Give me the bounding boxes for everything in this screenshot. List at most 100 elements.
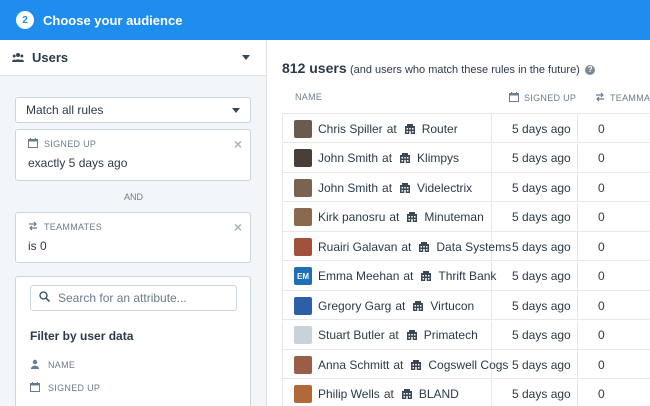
table-row[interactable]: Kirk panosru at Minuteman 5 days ago 0 xyxy=(282,202,650,232)
avatar xyxy=(294,296,312,315)
help-icon[interactable]: ? xyxy=(585,65,596,75)
teammates-value: 0 xyxy=(598,298,605,313)
name-cell: Stuart Butler at Primatech xyxy=(282,320,492,350)
table-row[interactable]: Philip Wells at BLAND 5 days ago 0 xyxy=(282,379,650,406)
filter-item-label: SIGNED UP xyxy=(48,383,101,393)
name-cell: Philip Wells at BLAND xyxy=(282,379,492,406)
signed-up-cell: 5 days ago xyxy=(492,320,578,350)
user-name[interactable]: Ruairi Galavan xyxy=(318,240,397,254)
signed-up-cell: 5 days ago xyxy=(492,143,578,173)
user-name[interactable]: Anna Schmitt xyxy=(318,358,389,372)
step-number-badge: 2 xyxy=(16,11,34,29)
swap-arrows-icon xyxy=(28,221,38,233)
signed-up-value: 5 days ago xyxy=(512,298,571,313)
column-header-signed-up[interactable]: SIGNED UP xyxy=(509,92,576,104)
company-name[interactable]: BLAND xyxy=(419,387,459,401)
user-name[interactable]: Stuart Butler xyxy=(318,328,385,342)
match-rules-value: Match all rules xyxy=(26,103,104,117)
filter-title: Filter by user data xyxy=(30,329,134,343)
rules-panel: Users Match all rules SIGNED UP exactly … xyxy=(0,40,267,406)
signed-up-value: 5 days ago xyxy=(512,210,571,224)
signed-up-value: 5 days ago xyxy=(512,357,571,372)
column-label: NAME xyxy=(295,92,323,102)
signed-up-value: 5 days ago xyxy=(512,121,571,136)
building-icon xyxy=(401,389,412,399)
avatar xyxy=(294,119,312,138)
rule-signed-up[interactable]: SIGNED UP exactly 5 days ago × xyxy=(15,129,251,181)
teammates-cell: 0 xyxy=(578,350,650,379)
table-row[interactable]: John Smith at Klimpys 5 days ago 0 xyxy=(282,143,650,173)
table-row[interactable]: Stuart Butler at Primatech 5 days ago 0 xyxy=(282,320,650,350)
chevron-down-icon xyxy=(232,107,240,113)
user-name[interactable]: Gregory Garg xyxy=(318,299,391,313)
column-label: SIGNED UP xyxy=(524,93,577,103)
name-cell: Ruairi Galavan at Data Systems xyxy=(282,232,511,261)
teammates-cell: 0 xyxy=(578,114,650,143)
table-row[interactable]: Ruairi Galavan at Data Systems 5 days ag… xyxy=(282,232,650,261)
name-cell: John Smith at Videlectrix xyxy=(282,173,492,202)
building-icon xyxy=(413,300,424,311)
user-name[interactable]: Kirk panosru xyxy=(318,210,385,224)
teammates-value: 0 xyxy=(598,357,605,372)
signed-up-cell: 5 days ago xyxy=(492,350,578,379)
user-name[interactable]: Emma Meehan xyxy=(318,269,399,283)
user-name[interactable]: John Smith xyxy=(318,151,378,165)
signed-up-cell: 5 days ago xyxy=(492,173,578,202)
building-icon xyxy=(406,330,417,340)
name-cell: Kirk panosru at Minuteman xyxy=(282,202,492,232)
signed-up-value: 5 days ago xyxy=(512,151,571,165)
person-icon xyxy=(30,359,40,371)
signed-up-value: 5 days ago xyxy=(512,269,571,283)
calendar-icon xyxy=(30,382,40,394)
teammates-cell: 0 xyxy=(578,144,650,173)
close-icon[interactable]: × xyxy=(234,219,242,235)
user-name[interactable]: John Smith xyxy=(318,181,378,195)
rule-label: TEAMMATES xyxy=(44,222,103,232)
filter-item-name[interactable]: NAME xyxy=(30,359,75,371)
building-icon xyxy=(421,271,432,281)
name-cell: Anna Schmitt at Cogswell Cogs xyxy=(282,350,508,379)
avatar xyxy=(294,326,312,344)
calendar-icon xyxy=(509,92,519,104)
rule-teammates[interactable]: TEAMMATES is 0 × xyxy=(15,212,251,263)
company-name[interactable]: Primatech xyxy=(424,328,478,342)
teammates-value: 0 xyxy=(598,210,605,224)
at-label: at xyxy=(386,121,397,136)
signed-up-cell: 5 days ago xyxy=(492,232,578,261)
user-name[interactable]: Chris Spiller xyxy=(318,122,383,136)
company-name[interactable]: Videlectrix xyxy=(417,181,472,195)
table-row[interactable]: Chris Spiller at Router 5 days ago 0 xyxy=(282,114,650,143)
company-name[interactable]: Router xyxy=(422,122,458,136)
swap-arrows-icon xyxy=(595,92,605,104)
chevron-down-icon xyxy=(242,55,250,60)
table-row[interactable]: EM Emma Meehan at Thrift Bank 5 days ago… xyxy=(282,261,650,291)
table-row[interactable]: Anna Schmitt at Cogswell Cogs 5 days ago… xyxy=(282,350,650,379)
signed-up-value: 5 days ago xyxy=(512,180,571,195)
company-name[interactable]: Virtucon xyxy=(430,299,474,313)
at-label: at xyxy=(389,210,400,224)
filter-item-signed-up[interactable]: SIGNED UP xyxy=(30,382,100,394)
company-name[interactable]: Thrift Bank xyxy=(438,269,496,283)
teammates-cell: 0 xyxy=(578,380,650,406)
avatar xyxy=(294,237,312,256)
column-header-teammates[interactable]: TEAMMAT xyxy=(595,92,650,104)
table-row[interactable]: Gregory Garg at Virtucon 5 days ago 0 xyxy=(282,291,650,320)
rule-value: exactly 5 days ago xyxy=(28,156,128,170)
column-header-name[interactable]: NAME xyxy=(295,92,322,102)
company-name[interactable]: Klimpys xyxy=(417,151,459,165)
match-rules-select[interactable]: Match all rules xyxy=(15,97,251,123)
segment-selector[interactable]: Users xyxy=(0,40,266,76)
teammates-value: 0 xyxy=(598,269,605,283)
close-icon[interactable]: × xyxy=(234,136,242,152)
table-row[interactable]: John Smith at Videlectrix 5 days ago 0 xyxy=(282,173,650,202)
calendar-icon xyxy=(28,138,38,150)
at-label: at xyxy=(388,328,399,342)
attribute-search-input[interactable]: Search for an attribute... xyxy=(30,285,237,311)
company-name[interactable]: Minuteman xyxy=(424,210,483,224)
user-name[interactable]: Philip Wells xyxy=(318,387,380,401)
rule-connector: AND xyxy=(123,192,143,202)
building-icon xyxy=(419,241,430,252)
teammates-value: 0 xyxy=(598,239,605,254)
signed-up-cell: 5 days ago xyxy=(492,202,578,232)
at-label: at xyxy=(382,151,393,165)
